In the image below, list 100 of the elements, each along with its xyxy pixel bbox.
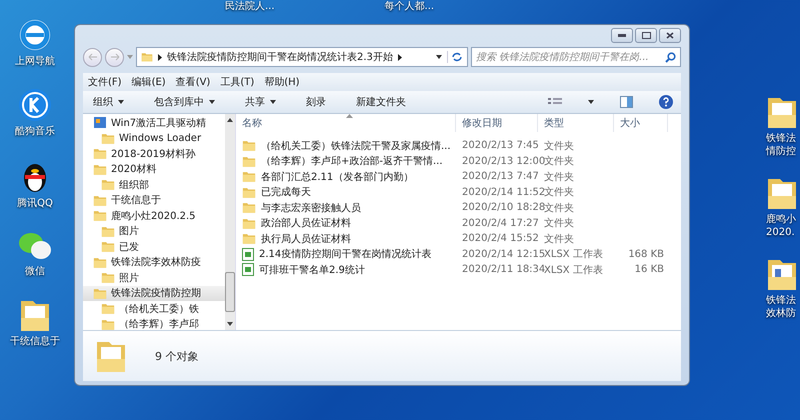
scroll-thumb[interactable] [225, 272, 235, 312]
tree-item[interactable]: 组织部 [83, 177, 225, 192]
table-cell-text: 文件夹 [544, 154, 574, 168]
file-name[interactable]: 与李志宏亲密接触人员 [261, 200, 361, 215]
desktop-icon-label[interactable]: 上网导航 [15, 55, 55, 68]
tree-item[interactable]: 图片 [83, 224, 225, 239]
file-name[interactable]: （给机关工委）铁锋法院干警及家属疫情... [261, 138, 451, 153]
table-cell: 2020/2/10 18:28 [462, 202, 546, 214]
folder-icon [93, 162, 107, 176]
table-cell: 2020/2/14 11:52 [462, 186, 546, 198]
breadcrumb-arrow-icon [398, 54, 402, 60]
close-button[interactable] [659, 28, 681, 43]
tree-item[interactable]: 干统信息于 [83, 192, 225, 208]
table-cell-text: XLSX 工作表 [544, 264, 603, 277]
tree-item[interactable]: 铁锋法院李效林防疫 [83, 254, 225, 270]
file-name[interactable]: 可排班干警名单2.9统计 [259, 262, 365, 277]
desktop-icon-label[interactable]: 干统信息于 [10, 335, 60, 348]
file-name[interactable]: 已完成每天 [261, 185, 311, 200]
dropdown-icon [209, 100, 215, 104]
desktop-icon-label[interactable]: 铁锋法情防控 [766, 132, 799, 158]
tree-item[interactable]: （给机关工委）铁 [83, 301, 225, 316]
desktop-icon-label: 每个人都... [384, 0, 434, 13]
folder-icon [101, 302, 115, 316]
table-cell-text: 文件夹 [544, 140, 574, 153]
folder-icon [242, 170, 256, 184]
dropdown-icon[interactable] [588, 100, 594, 104]
close-icon [666, 32, 674, 39]
breadcrumb-arrow-icon [158, 54, 162, 60]
tree-item[interactable]: 照片 [83, 270, 225, 286]
folder-icon [766, 95, 798, 129]
table-cell: 2020/2/13 12:00 [462, 156, 546, 167]
column-header[interactable]: 大小 [614, 114, 668, 132]
menu-item[interactable]: 查看(V) [176, 75, 210, 89]
table-cell-text: 文件夹 [544, 186, 574, 200]
toolbar-button[interactable]: 新建文件夹 [354, 93, 408, 111]
column-header[interactable]: 类型 [538, 114, 614, 132]
tree-item[interactable]: Win7激活工具驱动精 [83, 115, 225, 130]
spreadsheet-file-icon [242, 263, 254, 276]
maximize-button[interactable] [635, 28, 657, 43]
desktop-icon-label[interactable]: 腾讯QQ [17, 197, 53, 210]
menu-item[interactable]: 工具(T) [220, 75, 254, 89]
address-bar[interactable]: 铁锋法院疫情防控期间干警在岗情况统计表2.3开始 [136, 47, 468, 67]
folder-icon [242, 139, 256, 152]
toolbar-button[interactable]: 刻录 [304, 93, 328, 111]
table-cell-text: 文件夹 [544, 216, 574, 230]
menu-item[interactable]: 帮助(H) [264, 75, 300, 89]
folder-icon [93, 147, 107, 160]
search-icon [665, 52, 676, 62]
desktop-icon-label: 民法院人... [225, 0, 275, 13]
search-field[interactable]: 搜索 铁锋法院疫情防控期间干警在岗... [471, 47, 681, 67]
menu-item[interactable]: 编辑(E) [132, 75, 166, 89]
folder-icon [101, 132, 115, 145]
toolbar-button[interactable]: 包含到库中 [152, 93, 217, 111]
item-count: 9 个对象 [155, 348, 198, 364]
desktop-icon-label[interactable]: 微信 [25, 265, 45, 278]
dropdown-icon [270, 100, 276, 104]
file-name[interactable]: 2.14疫情防控期间干警在岗情况统计表 [259, 247, 432, 262]
table-cell-text: 文件夹 [544, 232, 574, 246]
folder-document-icon [766, 257, 798, 291]
column-header[interactable]: 修改日期 [456, 114, 538, 132]
toolbar-button[interactable]: 组织 [91, 93, 126, 111]
menu-item[interactable]: 文件(F) [88, 75, 122, 89]
desktop-icon-label[interactable]: 鹿鸣小2020. [766, 213, 799, 239]
table-cell: 2020/2/11 18:34 [462, 264, 546, 276]
file-name[interactable]: 各部门汇总2.11（发各部门内勤） [261, 170, 414, 184]
folder-icon [93, 286, 107, 300]
folder-icon [242, 186, 256, 199]
folder-icon [242, 216, 256, 230]
k-logo-icon [18, 88, 52, 122]
toolbar-button[interactable]: 共享 [243, 93, 278, 111]
folder-icon [95, 339, 127, 373]
tree-item[interactable]: 鹿鸣小灶2020.2.5 [83, 208, 225, 224]
tree-item[interactable]: 2018-2019材料孙 [83, 146, 225, 162]
file-name[interactable]: 执行局人员佐证材料 [261, 232, 351, 246]
table-cell: 16 KB [634, 264, 664, 276]
refresh-icon[interactable] [447, 51, 463, 63]
desktop-icon-label[interactable]: 铁锋法效林防 [766, 294, 799, 320]
table-cell: 2020/2/13 7:45 [462, 140, 539, 152]
tree-item[interactable]: 已发 [83, 239, 225, 254]
help-icon[interactable] [659, 95, 673, 109]
folder-icon [242, 154, 256, 168]
tree-item[interactable]: 铁锋法院疫情防控期 [83, 286, 225, 301]
maximize-icon [642, 32, 650, 39]
minimize-button[interactable] [611, 28, 633, 43]
folder-icon [242, 232, 256, 246]
file-name[interactable]: （给李辉）李卢邱+政治部-返齐干警情... [261, 154, 443, 168]
view-list-icon[interactable] [548, 97, 562, 107]
browser-e-icon [18, 18, 52, 52]
tree-item[interactable]: Windows Loader [83, 130, 225, 146]
tree-item[interactable]: 2020材料 [83, 162, 225, 177]
preview-pane-icon[interactable] [620, 96, 633, 108]
tree-item[interactable]: （给李辉）李卢邱 [83, 316, 225, 330]
file-name[interactable]: 政治部人员佐证材料 [261, 216, 351, 230]
breadcrumb[interactable]: 铁锋法院疫情防控期间干警在岗情况统计表2.3开始 [167, 50, 393, 64]
scrollbar[interactable] [225, 114, 235, 330]
dropdown-icon [127, 55, 133, 59]
desktop-icon-label[interactable]: 酷狗音乐 [15, 125, 55, 138]
spreadsheet-file-icon [242, 248, 254, 261]
table-cell: 2020/2/13 7:47 [462, 171, 539, 182]
table-cell-text: XLSX 工作表 [544, 248, 603, 262]
